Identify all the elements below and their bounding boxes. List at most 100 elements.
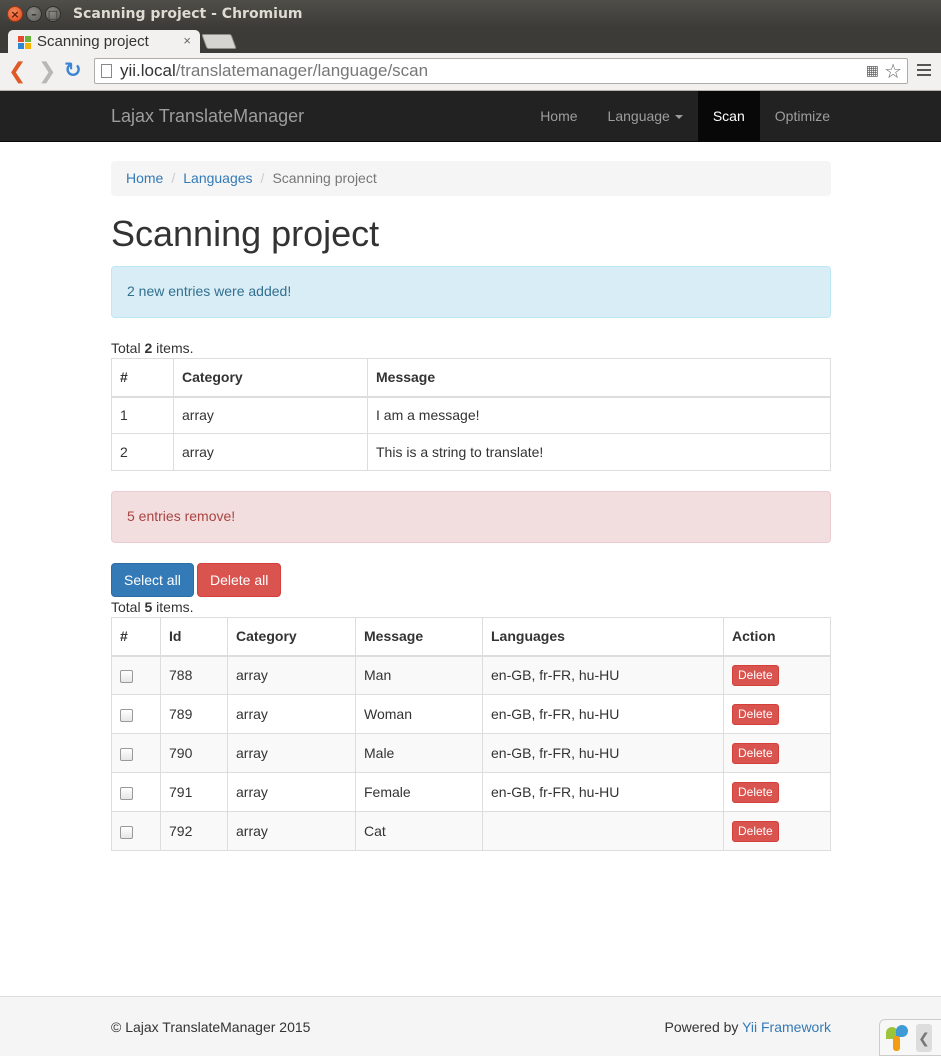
cell-id: 788 xyxy=(160,655,228,695)
cell-category: array xyxy=(227,811,356,851)
breadcrumb-separator: / xyxy=(260,170,265,186)
forward-icon[interactable]: ❯ xyxy=(38,60,56,82)
cell-num: 2 xyxy=(111,433,174,471)
table-row: 1 array I am a message! xyxy=(111,396,831,434)
cell-languages: en-GB, fr-FR, hu-HU xyxy=(482,733,724,773)
cell-languages xyxy=(482,811,724,851)
footer-copyright: © Lajax TranslateManager 2015 xyxy=(111,1019,311,1035)
table-row: 792 array Cat Delete xyxy=(111,811,831,851)
summary-suffix: items. xyxy=(152,340,194,356)
breadcrumb-languages[interactable]: Languages xyxy=(183,170,252,186)
col-header-message: Message xyxy=(355,617,483,657)
cell-category: array xyxy=(227,772,356,812)
cell-category: array xyxy=(227,733,356,773)
cell-category: array xyxy=(173,396,368,434)
cell-num: 1 xyxy=(111,396,174,434)
cell-select xyxy=(111,655,161,695)
window-title-bar: × – □ Scanning project - Chromium xyxy=(0,0,941,28)
breadcrumb-separator: / xyxy=(171,170,176,186)
main-content: Home / Languages / Scanning project Scanning… xyxy=(111,161,831,851)
delete-button[interactable]: Delete xyxy=(732,703,779,725)
cell-message: Cat xyxy=(355,811,483,851)
cell-languages: en-GB, fr-FR, hu-HU xyxy=(482,655,724,695)
cell-category: array xyxy=(173,433,368,471)
summary-prefix: Total xyxy=(111,599,145,615)
col-header-id: Id xyxy=(160,617,228,657)
nav-language-dropdown[interactable]: Language xyxy=(593,91,698,141)
table-row: 789 array Woman en-GB, fr-FR, hu-HU Dele… xyxy=(111,694,831,734)
row-checkbox[interactable] xyxy=(120,670,133,684)
delete-button[interactable]: Delete xyxy=(732,664,779,686)
window-title: Scanning project - Chromium xyxy=(73,6,303,22)
delete-all-button[interactable]: Delete all xyxy=(197,563,282,597)
col-header-category: Category xyxy=(173,358,368,398)
url-host: yii.local xyxy=(120,61,176,80)
removed-entries-table: # Id Category Message Languages Action 7… xyxy=(111,617,831,851)
address-bar[interactable]: yii.local/translatemanager/language/scan… xyxy=(94,58,908,84)
alert-added: 2 new entries were added! xyxy=(111,266,831,318)
row-checkbox[interactable] xyxy=(120,825,133,839)
cell-select xyxy=(111,772,161,812)
nav-scan[interactable]: Scan xyxy=(697,91,760,141)
page-footer: © Lajax TranslateManager 2015 Powered by… xyxy=(0,996,941,1056)
window-minimize-button[interactable]: – xyxy=(26,6,42,22)
new-tab-button[interactable] xyxy=(201,34,237,49)
tab-close-icon[interactable]: × xyxy=(183,33,191,48)
powered-prefix: Powered by xyxy=(664,1019,743,1035)
col-header-select: # xyxy=(111,617,161,657)
browser-tab[interactable]: Scanning project × xyxy=(8,30,200,54)
cell-select xyxy=(111,694,161,734)
reload-icon[interactable]: ↻ xyxy=(64,60,82,82)
cell-id: 790 xyxy=(160,733,228,773)
delete-button[interactable]: Delete xyxy=(732,781,779,803)
window-controls: × – □ xyxy=(7,6,61,22)
cell-languages: en-GB, fr-FR, hu-HU xyxy=(482,694,724,734)
cell-action: Delete xyxy=(723,655,831,695)
summary-prefix: Total xyxy=(111,340,145,356)
delete-button[interactable]: Delete xyxy=(732,742,779,764)
star-icon[interactable]: ☆ xyxy=(884,59,902,84)
cell-message: Woman xyxy=(355,694,483,734)
cell-id: 791 xyxy=(160,772,228,812)
navbar-brand[interactable]: Lajax TranslateManager xyxy=(111,106,304,127)
chevron-left-icon: ❮ xyxy=(916,1024,932,1052)
back-icon[interactable]: ❮ xyxy=(8,60,26,82)
nav-optimize[interactable]: Optimize xyxy=(760,91,845,141)
nav-home[interactable]: Home xyxy=(525,91,592,141)
tab-title: Scanning project xyxy=(37,33,149,50)
table-header-row: # Id Category Message Languages Action xyxy=(111,617,831,657)
cell-message: Male xyxy=(355,733,483,773)
cell-action: Delete xyxy=(723,694,831,734)
menu-icon[interactable] xyxy=(917,64,931,79)
breadcrumb-current: Scanning project xyxy=(272,170,377,186)
url-text: yii.local/translatemanager/language/scan xyxy=(120,61,428,81)
tab-strip: Scanning project × xyxy=(0,28,941,54)
table-header-row: # Category Message xyxy=(111,358,831,398)
translate-icon[interactable]: ▦ xyxy=(866,62,879,79)
removed-summary: Total 5 items. xyxy=(111,599,194,615)
debug-toolbar-toggle[interactable]: ❮ xyxy=(879,1019,941,1056)
col-header-num: # xyxy=(111,358,174,398)
window-maximize-button[interactable]: □ xyxy=(45,6,61,22)
delete-button[interactable]: Delete xyxy=(732,820,779,842)
select-all-button[interactable]: Select all xyxy=(111,563,194,597)
yii-framework-link[interactable]: Yii Framework xyxy=(742,1019,831,1035)
table-row: 790 array Male en-GB, fr-FR, hu-HU Delet… xyxy=(111,733,831,773)
breadcrumb-home[interactable]: Home xyxy=(126,170,163,186)
page-title: Scanning project xyxy=(111,213,380,254)
cell-languages: en-GB, fr-FR, hu-HU xyxy=(482,772,724,812)
cell-id: 792 xyxy=(160,811,228,851)
cell-message: Female xyxy=(355,772,483,812)
table-row: 788 array Man en-GB, fr-FR, hu-HU Delete xyxy=(111,655,831,695)
cell-action: Delete xyxy=(723,772,831,812)
row-checkbox[interactable] xyxy=(120,708,133,722)
footer-powered: Powered by Yii Framework xyxy=(664,1019,831,1035)
window-close-button[interactable]: × xyxy=(7,6,23,22)
cell-message: This is a string to translate! xyxy=(367,433,831,471)
row-checkbox[interactable] xyxy=(120,747,133,761)
caret-down-icon xyxy=(674,115,683,120)
nav-language-label: Language xyxy=(607,108,670,124)
row-checkbox[interactable] xyxy=(120,786,133,800)
cell-category: array xyxy=(227,655,356,695)
favicon-icon xyxy=(18,36,31,49)
